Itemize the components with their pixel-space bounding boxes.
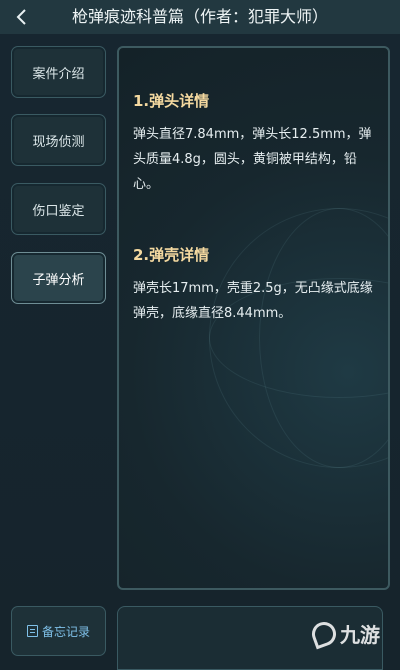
tab-case-intro[interactable]: 案件介绍	[11, 46, 106, 98]
memo-label: 备忘记录	[41, 624, 90, 639]
top-bar: 枪弹痕迹科普篇（作者：犯罪大师）	[0, 0, 400, 34]
page-title: 枪弹痕迹科普篇（作者：犯罪大师）	[71, 7, 328, 26]
section-title: 2.弹壳详情	[133, 246, 210, 264]
section-title: 1.弹头详情	[133, 92, 210, 110]
memo-button[interactable]: 备忘记录	[11, 606, 106, 656]
tab-bullet-analysis[interactable]: 子弹分析	[11, 252, 106, 304]
notebook-icon	[26, 625, 38, 637]
section-body: 弹壳长17mm，壳重2.5g，无凸缘式底缘弹壳，底缘直径8.44mm。	[133, 281, 373, 321]
logo-icon	[308, 618, 340, 649]
tab-scene-detection[interactable]: 现场侦测	[11, 114, 106, 166]
tab-wound-identification[interactable]: 伤口鉴定	[11, 183, 106, 235]
content-panel: 1.弹头详情 弹头直径7.84mm，弹头长12.5mm，弹头质量4.8g，圆头，…	[117, 46, 390, 590]
watermark-text: 九游	[340, 623, 380, 647]
watermark: 九游	[308, 618, 380, 649]
section-body: 弹头直径7.84mm，弹头长12.5mm，弹头质量4.8g，圆头，黄铜被甲结构，…	[133, 127, 372, 192]
